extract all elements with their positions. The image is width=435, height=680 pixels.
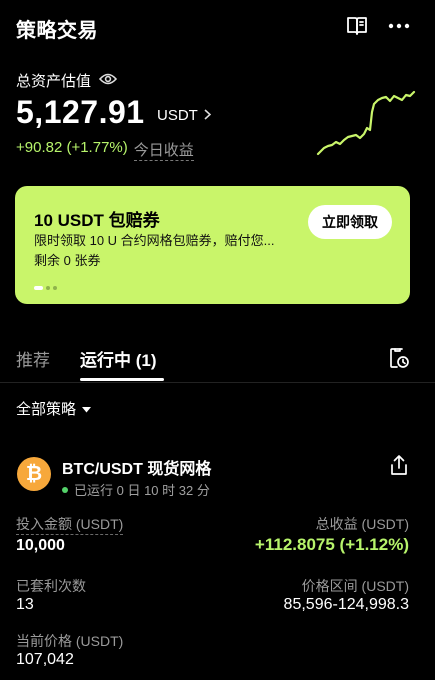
invest-value: 10,000 xyxy=(16,537,65,554)
carousel-indicator xyxy=(34,286,57,290)
promo-title: 10 USDT 包赔券 xyxy=(34,211,160,230)
profit-value: +112.8075 (+1.12%) xyxy=(254,535,409,554)
more-icon[interactable] xyxy=(386,13,412,39)
claim-button[interactable]: 立即领取 xyxy=(308,205,392,239)
current-price-value: 107,042 xyxy=(16,651,74,668)
asset-unit: USDT xyxy=(157,107,198,124)
pnl-row: +90.82 (+1.77%) 今日收益 xyxy=(16,139,194,161)
caret-down-icon xyxy=(82,400,92,417)
btc-coin-icon: ₿ xyxy=(17,457,51,491)
history-icon[interactable] xyxy=(386,345,412,371)
tab-running[interactable]: 运行中 (1) xyxy=(80,346,157,371)
chevron-right-icon xyxy=(204,107,212,124)
promo-description: 限时领取 10 U 合约网格包赔券，赔付您... xyxy=(34,233,275,248)
asset-label-text: 总资产估值 xyxy=(16,73,92,90)
eye-icon[interactable] xyxy=(98,72,118,89)
tab-recommended[interactable]: 推荐 xyxy=(16,346,50,371)
arbitrage-label: 已套利次数 xyxy=(16,578,86,594)
arbitrage-value: 13 xyxy=(16,596,34,613)
carousel-dot xyxy=(53,286,57,290)
pnl-label[interactable]: 今日收益 xyxy=(133,139,194,161)
pnl-value: +90.82 (+1.77%) xyxy=(16,139,128,156)
profit-label: 总收益 (USDT) xyxy=(315,516,409,532)
tabs-divider xyxy=(0,382,435,383)
book-icon[interactable] xyxy=(344,13,370,39)
strategy-pair[interactable]: BTC/USDT 现货网格 xyxy=(62,455,211,479)
invest-label: 投入金额 (USDT) xyxy=(16,514,124,535)
asset-value: 5,127.91 xyxy=(16,94,145,130)
share-icon[interactable] xyxy=(386,452,412,478)
current-price-label: 当前价格 (USDT) xyxy=(16,633,124,649)
strategy-status: 已运行 0 日 10 时 32 分 xyxy=(62,480,210,499)
strategy-status-text: 已运行 0 日 10 时 32 分 xyxy=(74,483,210,498)
price-range-value: 85,596-124,998.3 xyxy=(283,596,409,613)
carousel-dot xyxy=(46,286,50,290)
promo-remaining: 剩余 0 张券 xyxy=(34,253,101,268)
promo-card[interactable]: 10 USDT 包赔券 限时领取 10 U 合约网格包赔券，赔付您... 剩余 … xyxy=(15,186,410,304)
carousel-dot-active xyxy=(34,286,43,290)
running-dot-icon xyxy=(62,486,68,493)
strategy-filter-label: 全部策略 xyxy=(16,401,77,418)
price-range-label: 价格区间 (USDT) xyxy=(301,578,409,594)
asset-unit-selector[interactable]: USDT xyxy=(157,107,212,124)
tab-active-indicator xyxy=(80,378,164,381)
strategy-filter[interactable]: 全部策略 xyxy=(16,398,92,419)
asset-sparkline xyxy=(316,90,416,156)
asset-label: 总资产估值 xyxy=(16,70,118,91)
page-title: 策略交易 xyxy=(16,20,98,42)
